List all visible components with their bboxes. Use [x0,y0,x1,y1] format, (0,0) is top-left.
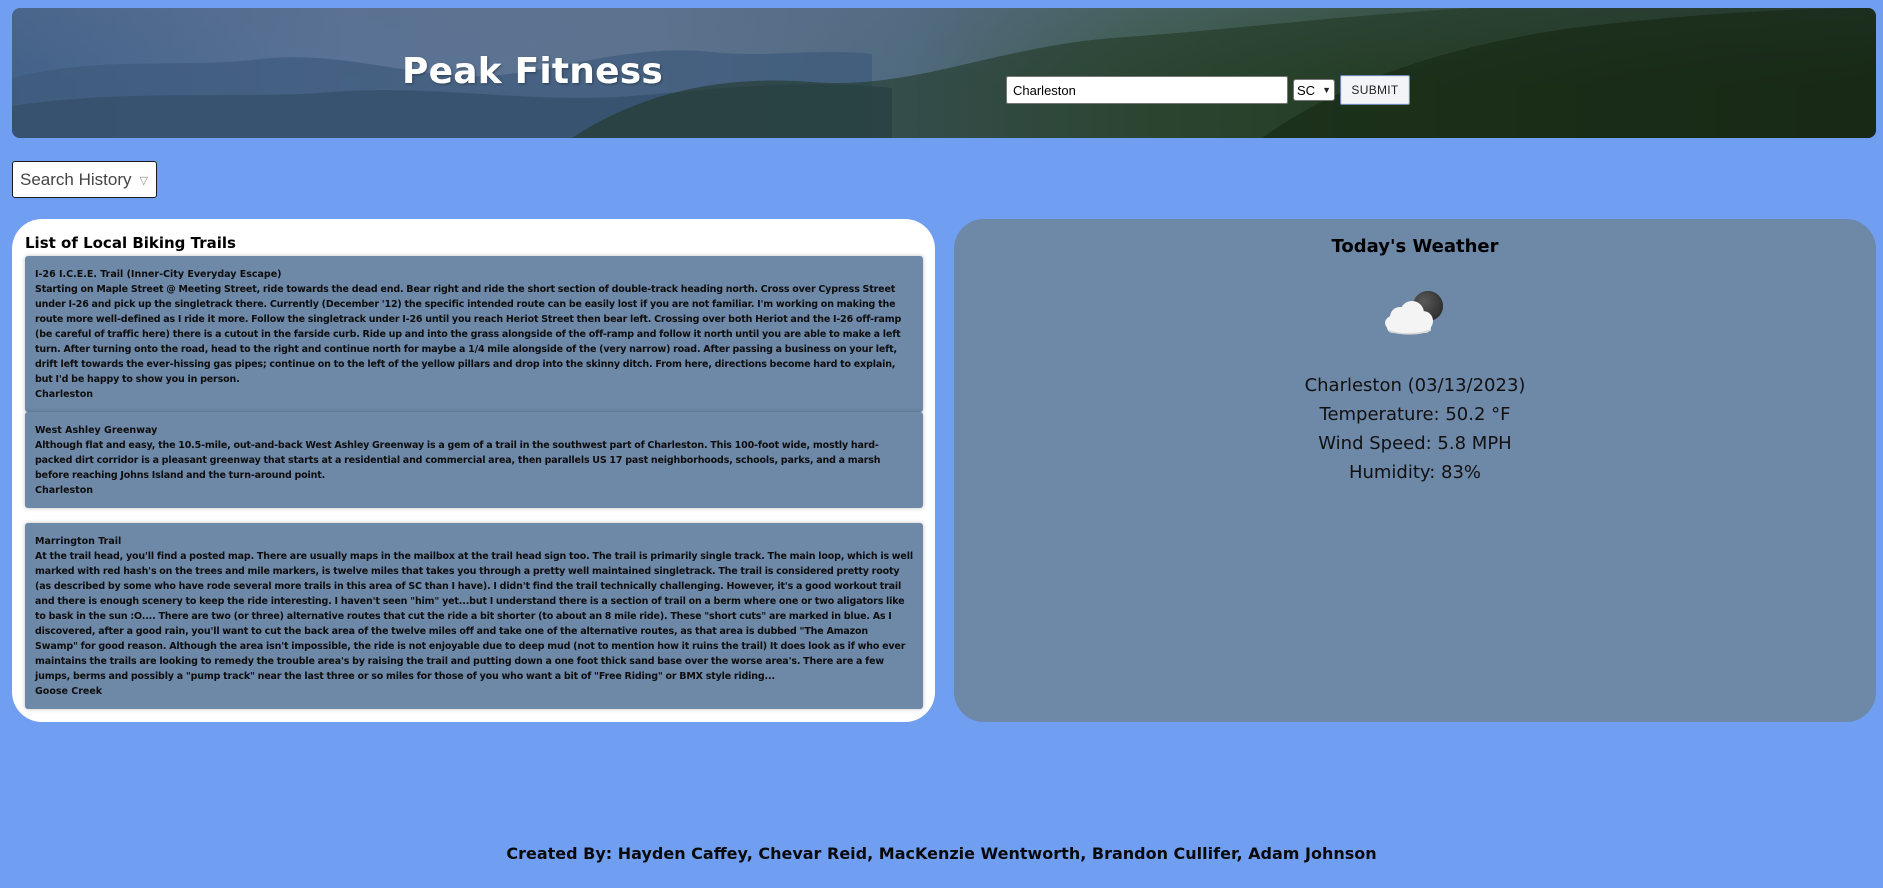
triangle-down-icon: ▽ [139,175,148,187]
city-search-input[interactable] [1006,76,1288,104]
footer-credits: Created By: Hayden Caffey, Chevar Reid, … [506,844,1377,863]
weather-heading: Today's Weather [1331,236,1499,257]
brand-title: Peak Fitness [402,51,664,92]
trail-location: Charleston [35,389,94,400]
trail-name: I-26 I.C.E.E. Trail (Inner-City Everyday… [35,269,282,280]
biking-trails-panel: List of Local Biking Trails I-26 I.C.E.E… [12,219,935,722]
trail-description: Starting on Maple Street @ Meeting Stree… [35,284,902,385]
search-history-label: Search History [20,169,132,189]
weather-wind-speed: Wind Speed: 5.8 MPH [1318,433,1512,454]
trails-heading: List of Local Biking Trails [25,234,236,252]
trail-name: Marrington Trail [35,536,122,547]
trail-description: Although flat and easy, the 10.5-mile, o… [35,440,881,481]
trail-location: Charleston [35,485,94,496]
trail-description: At the trail head, you'll find a posted … [35,551,913,682]
header-banner: Peak Fitness SC ▼ SUBMIT [12,8,1876,138]
search-history-dropdown[interactable]: Search History ▽ [12,161,157,198]
weather-city-date: Charleston (03/13/2023) [1304,375,1526,396]
partly-cloudy-night-icon [1385,291,1443,335]
search-form: SC ▼ SUBMIT [1006,75,1410,105]
trail-location: Goose Creek [35,686,103,697]
mountain-background-image [12,8,1876,138]
state-select-value: SC [1297,82,1316,98]
weather-humidity: Humidity: 83% [1348,462,1482,483]
weather-panel: Today's Weather Charleston (03/13/2023) … [954,219,1876,722]
state-select[interactable]: SC ▼ [1293,79,1335,101]
trail-card: West Ashley Greenway Although flat and e… [25,412,923,508]
chevron-down-icon: ▼ [1322,85,1331,95]
submit-button[interactable]: SUBMIT [1340,75,1410,105]
trail-card: Marrington Trail At the trail head, you'… [25,523,923,709]
weather-details: Charleston (03/13/2023) Temperature: 50.… [954,371,1876,487]
weather-temperature: Temperature: 50.2 °F [1319,404,1511,425]
trail-card: I-26 I.C.E.E. Trail (Inner-City Everyday… [25,256,923,412]
trail-name: West Ashley Greenway [35,425,158,436]
